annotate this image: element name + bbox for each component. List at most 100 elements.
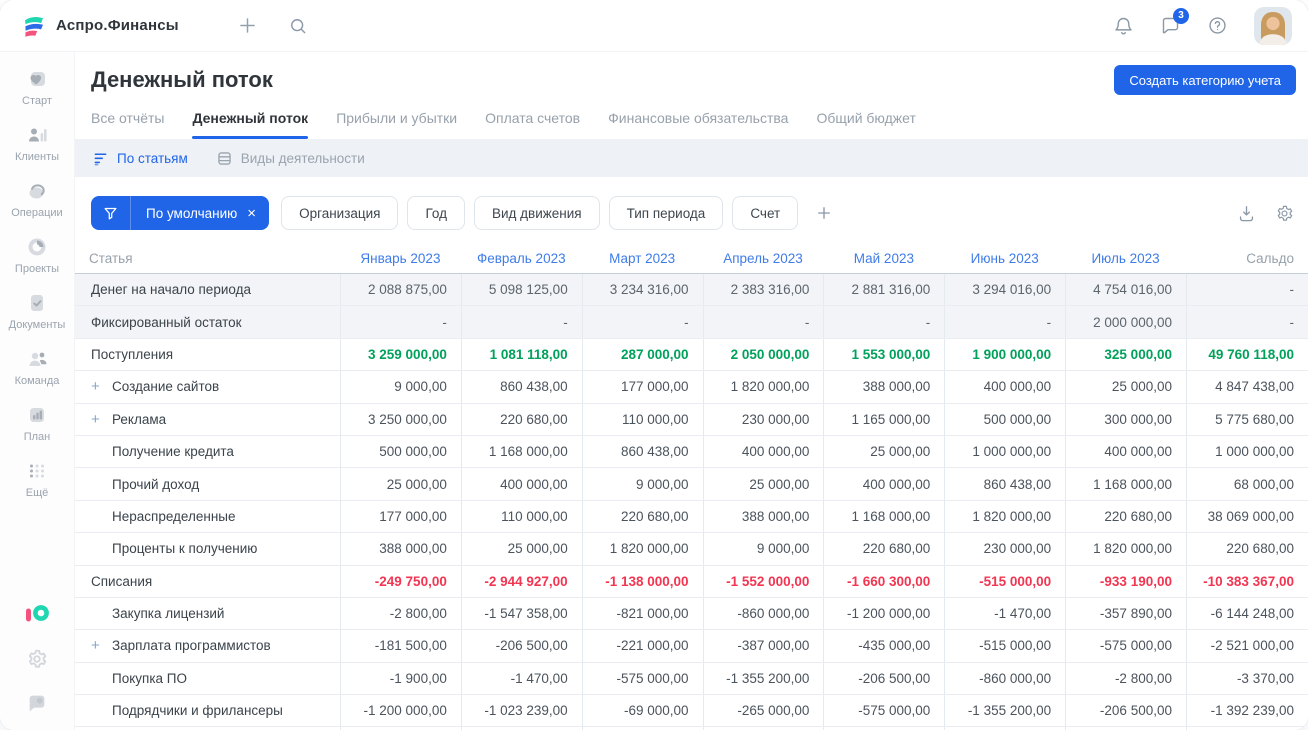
tab[interactable]: Прибыли и убытки: [336, 110, 457, 139]
table-row[interactable]: Прочий доход 25 000,00 400 000,00 9 000,00 2…: [75, 468, 1308, 501]
sidebar-item-operations[interactable]: Операции: [9, 180, 66, 219]
support-chat-icon[interactable]: [26, 692, 48, 714]
month-cell: 2 000 000,00: [1065, 306, 1186, 338]
subtab-by-articles[interactable]: По статьям: [92, 150, 188, 167]
search-icon[interactable]: [288, 16, 308, 36]
table-row[interactable]: Поступления 3 259 000,00 1 081 118,00 287 0…: [75, 338, 1308, 372]
table-row[interactable]: Списания -249 750,00 -2 944 927,00 -1 138 0…: [75, 565, 1308, 598]
filter-chip[interactable]: Тип периода: [608, 196, 724, 230]
sidebar-item-clients[interactable]: Клиенты: [9, 124, 66, 163]
sidebar-item-more[interactable]: Ещё: [9, 460, 66, 499]
month-cell: -357 890,00: [1065, 597, 1186, 630]
create-category-button[interactable]: Создать категорию учета: [1114, 65, 1296, 95]
month-cell: -: [944, 306, 1065, 338]
month-cell: 860 438,00: [460, 371, 582, 403]
column-month[interactable]: Апрель 2023: [703, 251, 824, 266]
table-row[interactable]: Подрядчики и фрилансеры -1 200 000,00 -1 0…: [75, 695, 1308, 728]
filter-chip[interactable]: Год: [407, 196, 465, 230]
column-month[interactable]: Март 2023: [582, 251, 703, 266]
tab[interactable]: Общий бюджет: [816, 110, 915, 139]
filter-chip[interactable]: Счет: [732, 196, 799, 230]
add-filter-icon[interactable]: [815, 204, 833, 222]
sidebar-item-plan[interactable]: План: [9, 404, 66, 443]
table-row[interactable]: Денег на начало периода 2 088 875,00 5 098…: [75, 274, 1308, 307]
tab[interactable]: Денежный поток: [192, 110, 308, 139]
column-month[interactable]: Февраль 2023: [461, 251, 582, 266]
month-cell: 400 000,00: [702, 435, 824, 468]
quick-add-icon[interactable]: [237, 15, 258, 36]
row-label: Зарплата программистов: [112, 638, 271, 654]
tab[interactable]: Финансовые обязательства: [608, 110, 788, 139]
saldo-cell: -1 392 239,00: [1185, 695, 1308, 727]
aspro-logo-icon[interactable]: [24, 602, 51, 626]
row-label: Проценты к получению: [112, 541, 258, 557]
month-cell: -1 547 358,00: [460, 597, 582, 630]
month-cell: 3 234 316,00: [581, 274, 703, 306]
table-row[interactable]: Закупка лицензий -2 800,00 -1 547 358,00 -8…: [75, 597, 1308, 631]
month-cell: 1 165 000,00: [823, 403, 944, 435]
month-cell: -2 800,00: [1065, 662, 1186, 695]
expand-icon[interactable]: +: [91, 412, 112, 427]
saldo-cell: -: [1185, 306, 1308, 338]
brand-name: Аспро.Финансы: [56, 17, 179, 34]
table-header-row: Статья Январь 2023 Февраль 2023 Март 2023 Ап…: [75, 244, 1308, 274]
month-cell: -933 190,00: [1065, 565, 1186, 597]
table-row[interactable]: + Зарплата программистов -181 500,00 -206 5…: [75, 630, 1308, 663]
messages-icon[interactable]: 3: [1160, 8, 1189, 36]
more-icon: [26, 460, 48, 482]
subtab-activity-types[interactable]: Виды деятельности: [216, 150, 365, 167]
month-cell: 1 900 000,00: [944, 338, 1065, 371]
filter-chip[interactable]: Вид движения: [473, 196, 600, 230]
month-cell: -1 200 000,00: [823, 597, 944, 630]
tab[interactable]: Оплата счетов: [485, 110, 580, 139]
sidebar-item-team[interactable]: Команда: [9, 348, 66, 387]
month-cell: 230 000,00: [944, 533, 1065, 565]
sidebar-item-documents[interactable]: Документы: [9, 292, 65, 331]
table-row[interactable]: Нераспределенные 177 000,00 110 000,00 220 …: [75, 500, 1308, 534]
avatar[interactable]: [1254, 6, 1292, 45]
sidebar-item-projects[interactable]: Проекты: [9, 236, 66, 275]
column-month[interactable]: Май 2023: [823, 251, 944, 266]
sidebar-item-start[interactable]: Старт: [9, 68, 66, 107]
notifications-icon[interactable]: [1113, 15, 1134, 36]
expand-icon[interactable]: +: [91, 379, 112, 394]
month-cell: -249 750,00: [340, 565, 461, 597]
saldo-cell: 68 000,00: [1185, 468, 1308, 500]
filter-chip[interactable]: Организация: [281, 196, 399, 230]
clients-icon: [26, 124, 48, 146]
month-cell: 400 000,00: [944, 371, 1065, 403]
column-month[interactable]: Июнь 2023: [944, 251, 1065, 266]
month-cell: 220 680,00: [460, 403, 582, 435]
month-cell: 5 098 125,00: [460, 274, 582, 306]
table-settings-icon[interactable]: [1275, 204, 1294, 223]
month-cell: 177 000,00: [581, 371, 703, 403]
month-cell: -1 660 300,00: [823, 565, 944, 597]
month-cell: 220 680,00: [1065, 500, 1186, 533]
month-cell: 2 383 316,00: [702, 274, 824, 306]
funnel-icon: [91, 196, 131, 230]
month-cell: 1 553 000,00: [823, 338, 944, 371]
table-row[interactable]: Фиксированный остаток - - - - - -2 000 000,00-: [75, 306, 1308, 339]
table-row[interactable]: + Реклама 3 250 000,00 220 680,00 110 000,00…: [75, 403, 1308, 436]
month-cell: 3 294 016,00: [944, 274, 1065, 306]
help-icon[interactable]: [1207, 15, 1228, 36]
column-month[interactable]: Июль 2023: [1065, 251, 1186, 266]
settings-icon[interactable]: [26, 648, 48, 670]
filter-chips: Организация Год Вид движения Тип периода Сче…: [281, 196, 799, 230]
sidebar-nav: Старт Клиенты Операции Проекты Документы Кома…: [9, 68, 66, 516]
table-row[interactable]: Покупка ПО -1 900,00 -1 470,00 -575 000,00-…: [75, 662, 1308, 696]
download-icon[interactable]: [1237, 204, 1256, 223]
table-row[interactable]: Получение кредита 500 000,00 1 168 000,00 8…: [75, 435, 1308, 469]
tab[interactable]: Все отчёты: [91, 110, 164, 139]
table-row[interactable]: + Создание сайтов 9 000,00 860 438,00 177 00…: [75, 371, 1308, 404]
month-cell: -: [823, 306, 944, 338]
expand-icon[interactable]: +: [91, 638, 112, 653]
month-cell: -575 000,00: [1065, 630, 1186, 662]
month-cell: 3 259 000,00: [340, 338, 461, 371]
saldo-cell: 5 775 680,00: [1185, 403, 1308, 435]
table-row[interactable]: Проценты к получению 388 000,00 25 000,00 1…: [75, 533, 1308, 566]
clear-filter-icon[interactable]: ×: [245, 196, 269, 230]
active-filter-chip[interactable]: По умолчанию ×: [91, 196, 270, 230]
column-month[interactable]: Январь 2023: [340, 251, 461, 266]
brand[interactable]: Аспро.Финансы: [22, 14, 179, 38]
